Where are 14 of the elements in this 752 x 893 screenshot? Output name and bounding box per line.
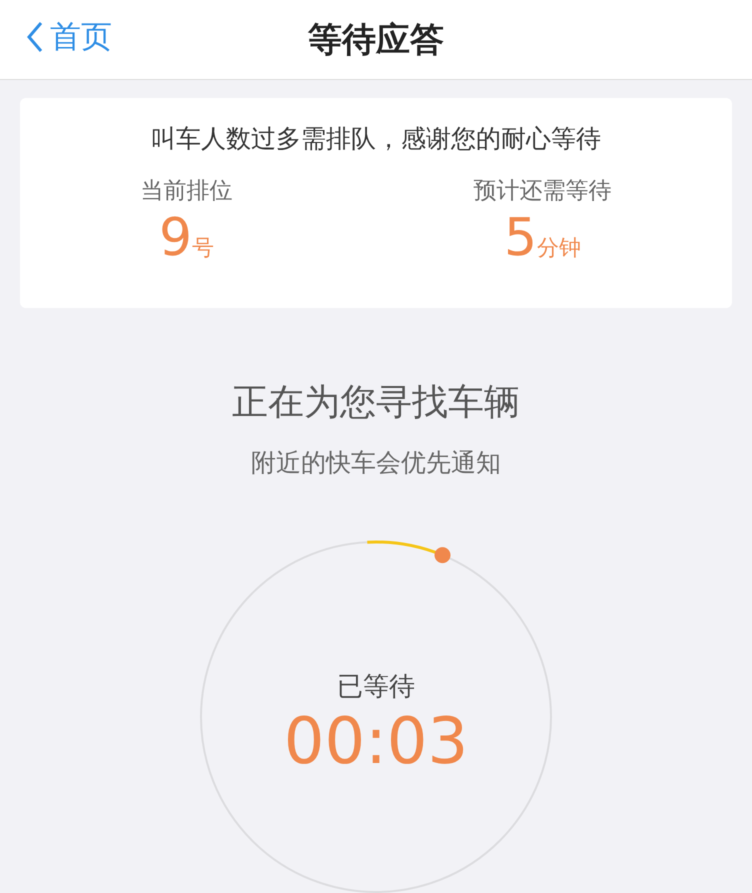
page-title: 等待应答 xyxy=(308,20,444,60)
stat-value: 9 xyxy=(158,208,192,268)
timer-label: 已等待 xyxy=(337,670,415,704)
back-button[interactable]: 首页 xyxy=(26,14,112,60)
stat-label: 当前排位 xyxy=(140,176,232,206)
search-title: 正在为您寻找车辆 xyxy=(232,381,520,425)
search-subtitle: 附近的快车会优先通知 xyxy=(251,447,501,479)
chevron-left-icon xyxy=(26,21,44,54)
stat-label: 预计还需等待 xyxy=(474,176,612,206)
elapsed-time: 00:03 xyxy=(284,706,468,777)
stat-unit: 分钟 xyxy=(537,236,582,261)
queue-notice: 叫车人数过多需排队，感谢您的耐心等待 xyxy=(151,123,601,155)
stat-unit: 号 xyxy=(192,236,214,261)
stat-value: 5 xyxy=(504,208,538,268)
